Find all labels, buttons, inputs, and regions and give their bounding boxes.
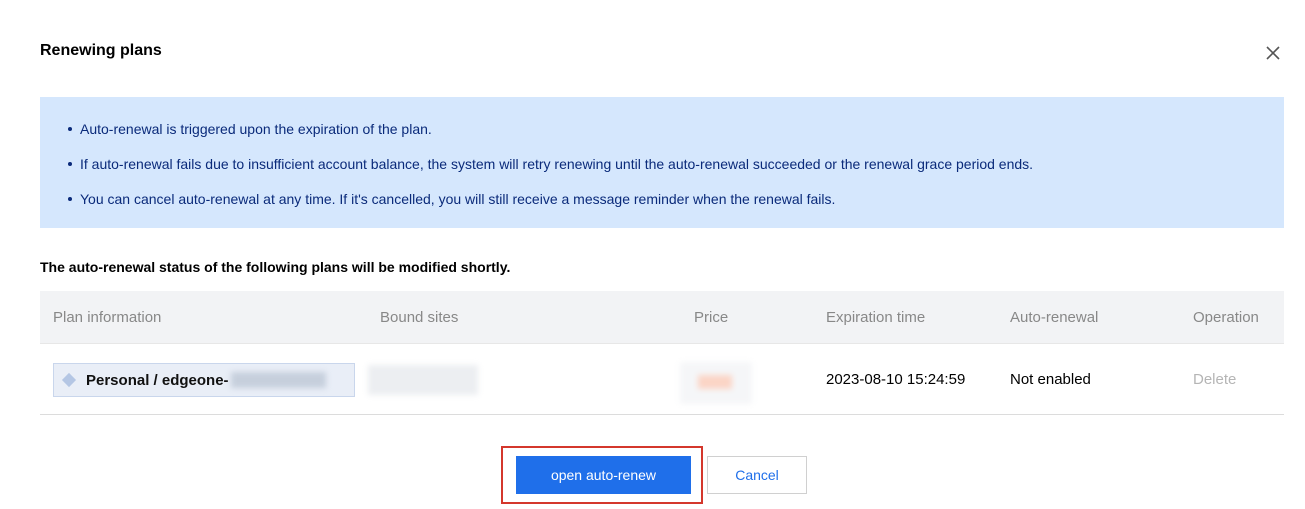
close-button[interactable] [1264,44,1282,62]
notice-list: Auto-renewal is triggered upon the expir… [68,117,1284,211]
open-auto-renew-button[interactable]: open auto-renew [516,456,691,494]
cancel-button[interactable]: Cancel [707,456,807,494]
expiration-time: 2023-08-10 15:24:59 [826,370,966,388]
notice-box: Auto-renewal is triggered upon the expir… [40,97,1284,228]
column-header-sites: Bound sites [380,308,459,326]
section-label: The auto-renewal status of the following… [40,259,511,275]
auto-renewal-status: Not enabled [1010,370,1091,388]
delete-link[interactable]: Delete [1193,371,1236,388]
plans-table: Plan information Bound sites Price Expir… [40,291,1284,415]
notice-item: Auto-renewal is triggered upon the expir… [68,117,1284,141]
plan-name: Personal / edgeone- [86,371,229,389]
redacted-price [680,362,752,404]
notice-item: If auto-renewal fails due to insufficien… [68,152,1284,176]
column-header-auto-renewal: Auto-renewal [1010,308,1099,326]
table-row: Personal / edgeone- 2023-08-10 15:24:59 … [40,344,1284,415]
close-icon [1266,46,1280,60]
column-header-expiration: Expiration time [826,308,926,326]
dialog-title: Renewing plans [40,42,162,59]
column-header-plan: Plan information [53,308,162,326]
notice-item: You can cancel auto-renewal at any time.… [68,187,1284,211]
renewing-plans-dialog: Renewing plans Auto-renewal is triggered… [0,0,1305,509]
plan-info-tag: Personal / edgeone- [53,363,355,397]
redacted-bound-site [368,365,478,395]
column-header-operation: Operation [1193,308,1259,326]
diamond-icon [61,372,77,388]
column-header-price: Price [694,308,729,326]
redacted-plan-id [230,372,326,388]
dialog-footer: open auto-renew Cancel [0,446,1305,509]
table-header: Plan information Bound sites Price Expir… [40,291,1284,344]
